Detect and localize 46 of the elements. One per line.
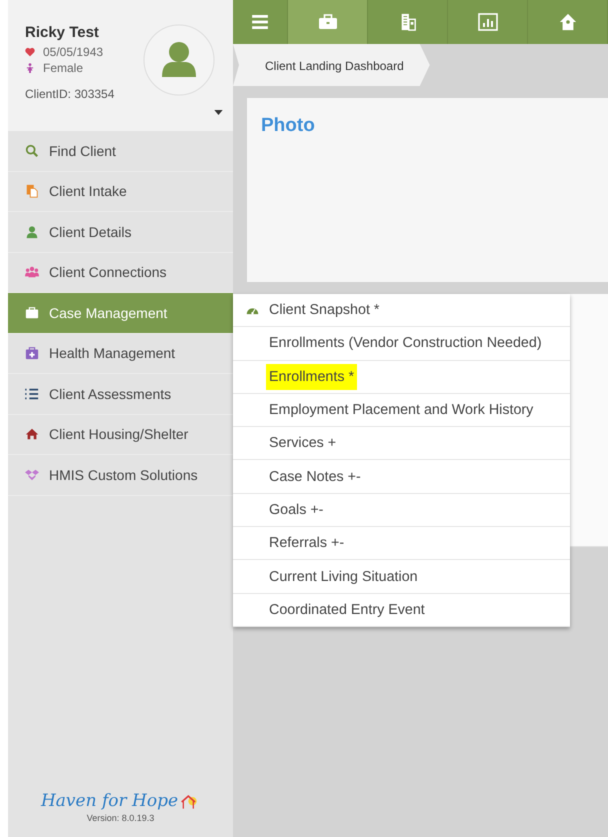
menu-item-label: Enrollments * — [266, 364, 358, 390]
toolbar-tab[interactable] — [288, 0, 368, 44]
menu-item-label: Client Snapshot * — [269, 302, 380, 318]
briefcase-icon — [318, 13, 338, 31]
menu-item[interactable]: Enrollments (Vendor Construction Needed) — [233, 327, 570, 361]
menu-item[interactable]: Employment Placement and Work History — [233, 394, 570, 428]
menu-item[interactable]: Services + — [233, 427, 570, 460]
client-name: Ricky Test — [25, 24, 100, 41]
briefcase-icon — [25, 306, 39, 320]
breadcrumb[interactable]: Client Landing Dashboard — [233, 44, 430, 86]
female-icon — [25, 63, 35, 73]
menu-item-label: Employment Placement and Work History — [269, 402, 534, 418]
list-icon — [25, 386, 39, 401]
medical-kit-icon — [25, 346, 39, 360]
menu-item[interactable]: Referrals +- — [233, 527, 570, 560]
menu-item-label: Goals +- — [269, 502, 324, 518]
logo-text: Haven for Hope — [40, 791, 178, 811]
version-label: Version: 8.0.19.3 — [86, 813, 154, 823]
gender: Female — [43, 61, 84, 75]
menu-icon — [250, 13, 270, 31]
people-icon — [25, 265, 39, 280]
card-title: Photo — [261, 115, 315, 136]
menu-item[interactable]: Client Snapshot * — [233, 294, 570, 328]
box-icon — [25, 468, 39, 482]
menu-item[interactable]: Current Living Situation — [233, 560, 570, 594]
menu-item[interactable]: Goals +- — [233, 494, 570, 528]
avatar-icon — [143, 24, 215, 96]
client-id: ClientID: 303354 — [25, 87, 114, 101]
caret-icon[interactable] — [214, 110, 223, 115]
birth-date: 05/05/1943 — [43, 45, 104, 59]
house-icon — [558, 13, 578, 31]
document-icon — [25, 184, 39, 198]
bar-chart-icon — [478, 13, 498, 31]
menu-item-label: Case Notes +- — [269, 468, 361, 485]
menu-item[interactable]: Coordinated Entry Event — [233, 594, 570, 627]
menu-item-label: Services + — [269, 435, 336, 452]
house-icon — [25, 427, 39, 442]
search-icon — [25, 144, 39, 158]
menu-item-label: Coordinated Entry Event — [269, 602, 425, 618]
menu-item-label: Enrollments (Vendor Construction Needed) — [269, 335, 542, 352]
menu-item[interactable]: Enrollments * — [233, 360, 570, 394]
menu-item[interactable]: Case Notes +- — [233, 460, 570, 494]
heart-icon — [25, 47, 35, 57]
menu-item-label: Referrals +- — [269, 535, 344, 552]
person-icon — [25, 224, 39, 239]
menu-item-label: Current Living Situation — [269, 568, 418, 585]
